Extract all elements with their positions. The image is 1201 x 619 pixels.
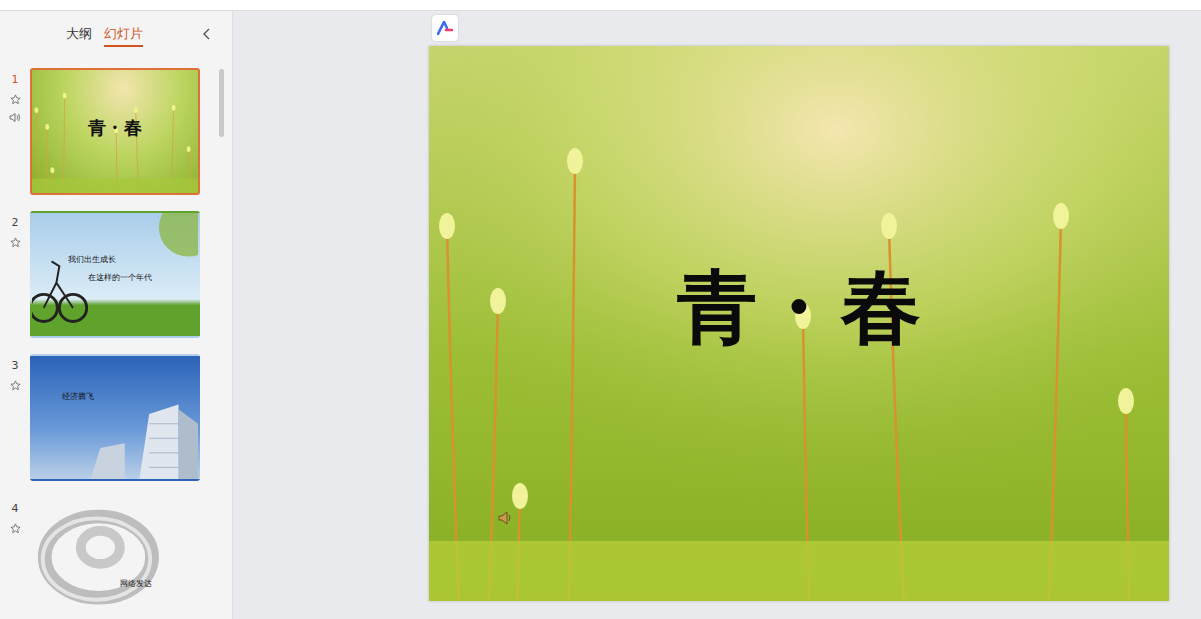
thumb-text: 我们出生成长 [68,255,116,265]
slide-thumbnail[interactable]: 青 · 春 [30,68,200,195]
slide-meta: 1 [0,68,30,195]
scrollbar-thumb[interactable] [219,69,224,137]
presentation-editor: 大纲幻灯片 1 青 · 春 2 我们出生成长 在这样的一个年代 3 经济腾飞 4 网络… [0,0,1201,619]
slide-list: 1 青 · 春 2 我们出生成长 在这样的一个年代 3 经济腾飞 4 网络发达 [0,57,232,619]
slide-meta: 3 [0,354,30,481]
slide-number: 4 [12,502,19,516]
slide-item[interactable]: 2 我们出生成长 在这样的一个年代 [0,211,232,338]
slide-item[interactable]: 3 经济腾飞 [0,354,232,481]
star-icon[interactable] [10,237,21,248]
slide-thumbnail[interactable]: 网络发达 [30,497,200,619]
star-icon[interactable] [10,380,21,391]
slide-thumbnail[interactable]: 经济腾飞 [30,354,200,481]
star-icon[interactable] [10,523,21,534]
thumb-text: 经济腾飞 [62,392,94,402]
ruler-bar [0,0,1201,11]
panel-tabs: 大纲幻灯片 [66,21,202,47]
at-sign-art [32,499,198,619]
thumb-text: 在这样的一个年代 [88,273,152,283]
city-art [32,356,198,479]
panel-header: 大纲幻灯片 [0,11,232,57]
slide-meta: 4 [0,497,30,619]
slide-panel: 大纲幻灯片 1 青 · 春 2 我们出生成长 在这样的一个年代 3 经济腾飞 4 网络… [0,11,233,619]
panel-tab[interactable]: 幻灯片 [104,21,143,47]
panel-tab[interactable]: 大纲 [66,21,92,47]
logo-icon [437,21,453,35]
slide-thumbnail[interactable]: 我们出生成长 在这样的一个年代 [30,211,200,338]
slide-meta: 2 [0,211,30,338]
audio-icon[interactable] [9,112,21,123]
star-icon[interactable] [10,94,21,105]
slide-item[interactable]: 4 网络发达 [0,497,232,619]
speaker-icon[interactable] [497,509,515,527]
collapse-icon[interactable] [202,28,212,40]
thumb-text: 网络发达 [120,579,152,589]
slide-number: 1 [12,73,19,87]
slide-number: 3 [12,359,19,373]
slide-item[interactable]: 1 青 · 春 [0,68,232,195]
current-slide[interactable]: 青 · 春 [429,46,1169,601]
slide-number: 2 [12,216,19,230]
thumb-title: 青 · 春 [32,116,198,140]
editor-canvas: 青 · 春 [233,11,1201,619]
slide-title[interactable]: 青 · 春 [677,255,921,363]
app-logo[interactable] [432,15,458,41]
